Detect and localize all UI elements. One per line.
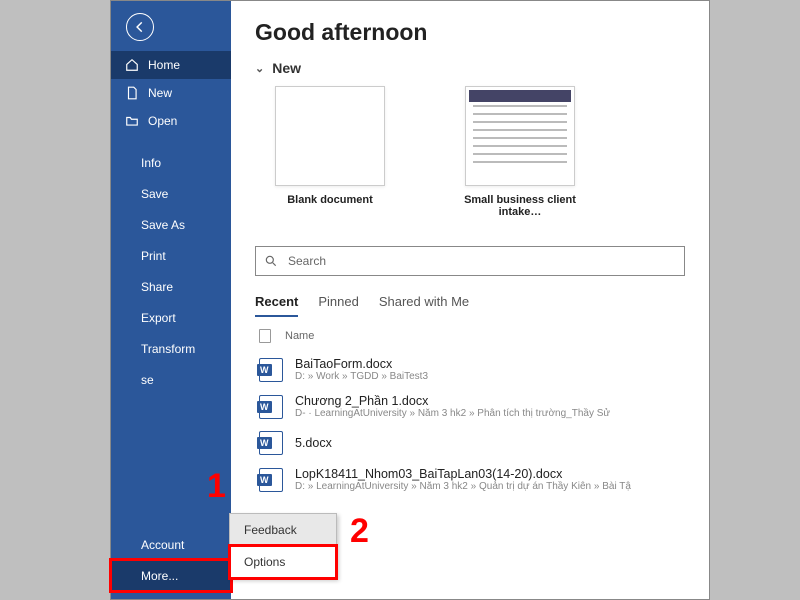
file-name: 5.docx (295, 436, 332, 450)
tab-recent[interactable]: Recent (255, 294, 298, 317)
template-label: Small business client intake… (445, 194, 595, 218)
nav-open[interactable]: Open (111, 107, 231, 135)
nav-info[interactable]: Info (111, 147, 231, 178)
file-path: D: » Work » TGDD » BaiTest3 (295, 371, 428, 382)
backstage-sidebar: Home New Open InfoSaveSave AsPrintShareExp… (111, 1, 231, 599)
nav-share[interactable]: Share (111, 271, 231, 302)
file-row[interactable]: Chương 2_Phần 1.docxD- · LearningAtUnive… (255, 388, 685, 425)
file-row[interactable]: LopK18411_Nhom03_BaiTapLan03(14-20).docx… (255, 461, 685, 498)
new-section-header[interactable]: ⌄ New (255, 60, 685, 76)
search-placeholder: Search (288, 254, 326, 268)
template-form[interactable]: Small business client intake… (445, 86, 595, 218)
search-icon (264, 254, 278, 268)
tab-shared-with-me[interactable]: Shared with Me (379, 294, 469, 317)
nav-save[interactable]: Save (111, 178, 231, 209)
new-label: New (272, 60, 301, 76)
template-thumb (275, 86, 385, 186)
home-icon (125, 58, 139, 72)
word-doc-icon (259, 395, 283, 419)
nav-transform[interactable]: Transform (111, 333, 231, 364)
file-icon (259, 329, 271, 343)
nav-print[interactable]: Print (111, 240, 231, 271)
nav-more[interactable]: More... (111, 560, 231, 591)
file-row[interactable]: 5.docx (255, 425, 685, 461)
file-name: LopK18411_Nhom03_BaiTapLan03(14-20).docx (295, 467, 631, 481)
more-popup: Feedback Options (229, 513, 337, 579)
nav-new[interactable]: New (111, 79, 231, 107)
template-label: Blank document (287, 194, 373, 206)
nav-account[interactable]: Account (111, 529, 231, 560)
word-doc-icon (259, 431, 283, 455)
back-button[interactable] (126, 13, 154, 41)
template-thumb (465, 86, 575, 186)
nav-se[interactable]: se (111, 364, 231, 395)
word-doc-icon (259, 468, 283, 492)
file-row[interactable]: BaiTaoForm.docxD: » Work » TGDD » BaiTes… (255, 351, 685, 388)
tab-pinned[interactable]: Pinned (318, 294, 358, 317)
doc-icon (125, 86, 139, 100)
main-panel: Good afternoon ⌄ New Blank document Small… (231, 1, 709, 599)
col-name: Name (285, 330, 314, 342)
greeting-heading: Good afternoon (255, 19, 685, 46)
popup-options[interactable]: Options (230, 546, 336, 578)
file-name: Chương 2_Phần 1.docx (295, 394, 610, 408)
search-input[interactable]: Search (255, 246, 685, 276)
nav-export[interactable]: Export (111, 302, 231, 333)
list-header: Name (255, 321, 685, 351)
template-blank[interactable]: Blank document (255, 86, 405, 218)
nav-home[interactable]: Home (111, 51, 231, 79)
word-doc-icon (259, 358, 283, 382)
nav-label: Open (148, 114, 177, 128)
nav-label: New (148, 86, 172, 100)
nav-label: Home (148, 58, 180, 72)
popup-feedback[interactable]: Feedback (230, 514, 336, 546)
file-name: BaiTaoForm.docx (295, 357, 428, 371)
nav-save-as[interactable]: Save As (111, 209, 231, 240)
folder-icon (125, 114, 139, 128)
file-path: D- · LearningAtUniversity » Năm 3 hk2 » … (295, 408, 610, 419)
chevron-down-icon: ⌄ (255, 62, 264, 75)
file-path: D: » LearningAtUniversity » Năm 3 hk2 » … (295, 481, 631, 492)
